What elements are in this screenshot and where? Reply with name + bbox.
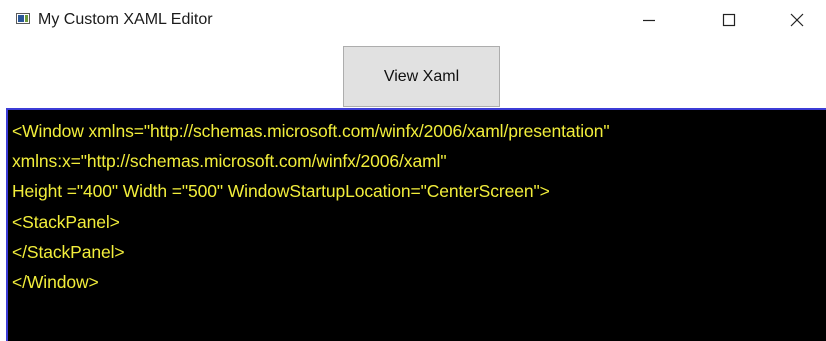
minimize-icon — [643, 19, 655, 22]
app-window-icon — [16, 13, 30, 24]
code-line: Height ="400" Width ="500" WindowStartup… — [12, 181, 550, 202]
code-line: </StackPanel> — [12, 241, 125, 262]
code-line: <Window xmlns="http://schemas.microsoft.… — [12, 121, 610, 141]
window-title: My Custom XAML Editor — [38, 11, 213, 28]
view-xaml-button[interactable]: View Xaml — [343, 46, 500, 107]
xaml-editor-textbox[interactable]: <Window xmlns="http://schemas.microsoft.… — [6, 108, 826, 341]
maximize-button[interactable] — [706, 0, 752, 40]
app-window: My Custom XAML Editor View Xaml <Window … — [0, 0, 826, 341]
close-icon — [790, 13, 804, 27]
code-line: xmlns:x="http://schemas.microsoft.com/wi… — [12, 151, 447, 172]
code-line: <StackPanel> — [12, 211, 120, 232]
title-bar[interactable]: My Custom XAML Editor — [0, 0, 826, 42]
maximize-icon — [722, 13, 736, 27]
code-line: </Window> — [12, 272, 99, 293]
toolbar: View Xaml — [0, 42, 826, 107]
minimize-button[interactable] — [626, 0, 672, 40]
close-button[interactable] — [774, 0, 820, 40]
